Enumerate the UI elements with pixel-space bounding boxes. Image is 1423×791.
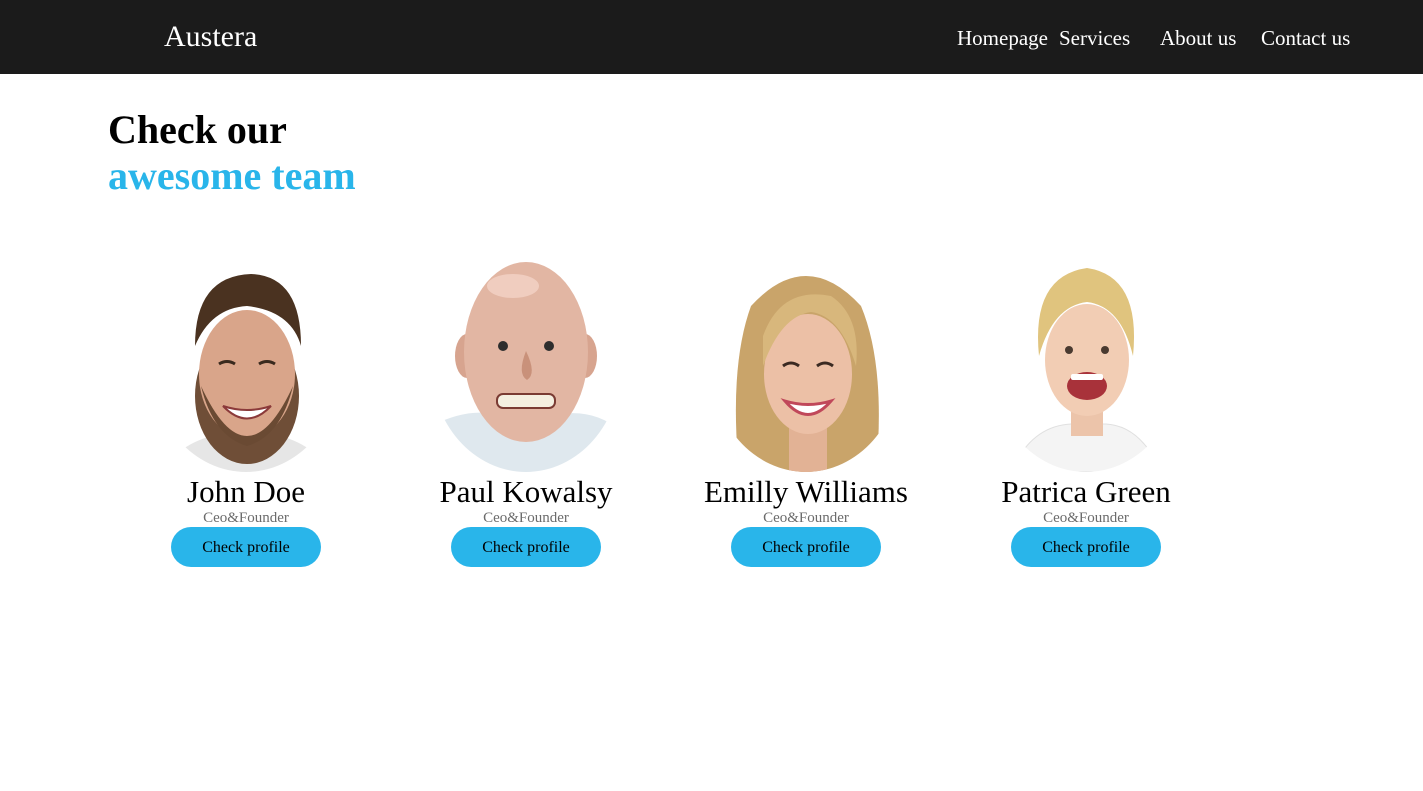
check-profile-button[interactable]: Check profile [171,527,321,567]
member-name: John Doe [187,474,305,509]
nav-link-contact-us[interactable]: Contact us [1261,25,1350,51]
member-role: Ceo&Founder [483,510,569,526]
member-name: Emilly Williams [704,474,908,509]
nav-link-about-us[interactable]: About us [1160,25,1236,51]
check-profile-button[interactable]: Check profile [451,527,601,567]
heading-line-2: awesome team [108,153,356,198]
member-name: Paul Kowalsy [439,474,613,509]
member-name: Patrica Green [1001,474,1171,509]
nav-link-services[interactable]: Services [1059,25,1130,51]
brand-logo[interactable]: Austera [164,19,257,55]
member-photo [431,256,621,472]
nav-link-homepage[interactable]: Homepage [957,25,1048,51]
section-heading: Check our awesome team [108,107,356,199]
member-photo [151,256,341,472]
member-role: Ceo&Founder [203,510,289,526]
top-navbar: Austera Homepage Services About us Conta… [0,0,1423,74]
member-role: Ceo&Founder [763,510,849,526]
check-profile-button[interactable]: Check profile [731,527,881,567]
check-profile-button[interactable]: Check profile [1011,527,1161,567]
heading-line-1: Check our [108,107,287,152]
member-photo [711,256,901,472]
member-photo [991,256,1181,472]
member-role: Ceo&Founder [1043,510,1129,526]
